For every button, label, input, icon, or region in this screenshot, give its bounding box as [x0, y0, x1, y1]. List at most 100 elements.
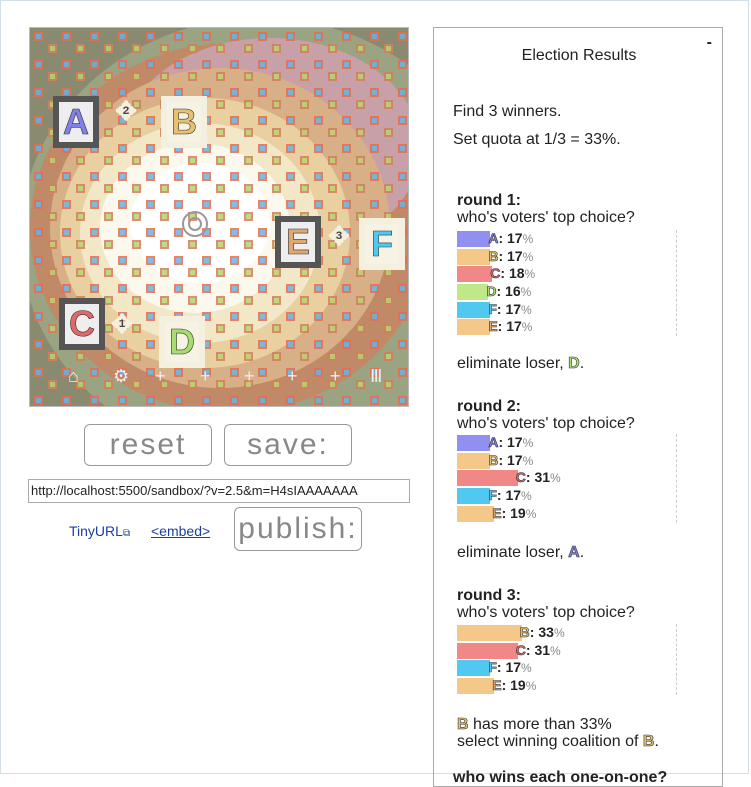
result-bar-row: E: 19% [457, 504, 657, 523]
round-heading: round 3: [457, 587, 521, 604]
add-grid-icon[interactable]: + [287, 366, 298, 387]
bar-candidate-letter: B [519, 624, 530, 641]
bar-percent-sign: % [525, 679, 537, 694]
result-bar [457, 435, 491, 451]
bar-candidate-letter: C [515, 641, 526, 658]
candidate-d-token[interactable]: D [159, 316, 205, 368]
bar-value: 18 [508, 265, 525, 282]
result-bar-row: C: 18% [457, 265, 657, 283]
bar-percent-sign: % [521, 320, 533, 335]
bar-candidate-letter: C [490, 265, 501, 282]
result-bar-label: A: 17% [488, 230, 534, 247]
bar-value: 16 [505, 283, 521, 300]
bar-candidate-letter: A [488, 230, 499, 247]
bar-percent-sign: % [522, 249, 534, 264]
round-2-header: round 2: who's voters' top choice? [457, 398, 635, 432]
bar-value: 17 [507, 434, 523, 450]
candidate-c-letter: C [69, 303, 96, 345]
candidate-e-letter: E [285, 221, 311, 263]
voter-handle-label: 2 [122, 105, 130, 117]
share-url-field[interactable]: http://localhost:5500/sandbox/?v=2.5&m=H… [28, 479, 410, 503]
candidate-b-token[interactable]: B [161, 96, 207, 148]
result-bar [457, 248, 491, 265]
round-heading: round 2: [457, 398, 521, 415]
bar-candidate-letter: D [486, 283, 497, 300]
result-bar-label: E: 19% [492, 504, 537, 521]
bar-candidate-letter: F [488, 659, 497, 676]
result-bar-label: C: 18% [490, 265, 536, 282]
result-bar-label: C: 31% [515, 641, 561, 658]
reset-button[interactable]: reset [84, 424, 212, 466]
bar-percent-sign: % [521, 489, 532, 504]
tinyurl-link[interactable]: TinyURL⧉ [69, 523, 130, 539]
bar-candidate-letter: F [488, 487, 497, 504]
result-bar [457, 301, 491, 318]
candidate-f-token[interactable]: F [359, 218, 405, 270]
trash-icon[interactable]: Ⅲ [370, 366, 382, 387]
voter-simulation-canvas[interactable]: A B C D E F ✥ 2 ✥ 3 ✥ 1 ⌂ ⚙ + + + + + Ⅲ [29, 27, 409, 407]
result-bar-row: F: 17% [457, 300, 657, 319]
outcome-candidate: B [642, 733, 655, 751]
quota-text: Set quota at 1/3 = 33%. [453, 131, 621, 148]
result-bar [457, 231, 491, 247]
result-bar-row: E: 17% [457, 318, 657, 336]
outcome-text: select winning coalition of [457, 733, 643, 750]
result-bar-row: A: 17% [457, 434, 657, 452]
result-bar-row: B: 33% [457, 624, 657, 642]
result-bar [457, 505, 495, 522]
voter-handle-1[interactable]: ✥ 1 [107, 309, 137, 339]
result-bar-label: D: 16% [486, 283, 532, 300]
result-bar-label: A: 17% [488, 434, 534, 451]
gear-icon[interactable]: ⚙ [113, 366, 129, 387]
result-bar-label: E: 19% [492, 677, 537, 694]
add-crowd-icon[interactable]: + [244, 366, 255, 387]
result-bar-row: C: 31% [457, 469, 657, 487]
save-button[interactable]: save: [224, 424, 352, 466]
bar-percent-sign: % [522, 436, 534, 450]
add-candidate-icon[interactable]: + [155, 366, 166, 387]
quota-line [676, 624, 677, 695]
find-winners-text: Find 3 winners. [453, 103, 562, 120]
result-bar-row: D: 16% [457, 283, 657, 301]
bar-percent-sign: % [524, 267, 536, 282]
outcome-candidate: A [568, 544, 580, 562]
embed-link[interactable]: <embed> [151, 523, 210, 539]
add-voter-icon[interactable]: + [200, 366, 211, 387]
candidate-a-token[interactable]: A [53, 96, 99, 148]
result-bar-label: F: 17% [488, 659, 532, 676]
round-3-header: round 3: who's voters' top choice? [457, 587, 635, 621]
outcome-text: eliminate loser, [457, 544, 569, 561]
candidate-c-token[interactable]: C [59, 298, 105, 350]
add-distribution-icon[interactable]: + [330, 366, 341, 387]
bar-candidate-letter: A [488, 434, 499, 451]
result-bar-row: C: 31% [457, 641, 657, 660]
round-question: who's voters' top choice? [457, 415, 635, 432]
bar-value: 17 [505, 300, 522, 317]
voter-tool-icon[interactable]: ⌂ [68, 366, 79, 387]
bar-percent-sign: % [520, 285, 532, 300]
result-bar-row: F: 17% [457, 659, 657, 677]
result-bar [457, 452, 491, 469]
results-title: Election Results [521, 47, 637, 64]
round-3-outcome: B has more than 33% select winning coali… [457, 716, 659, 751]
result-bar-row: F: 17% [457, 487, 657, 505]
result-bar-row: A: 17% [457, 230, 657, 248]
minimize-button[interactable]: - [707, 34, 712, 52]
candidate-d-letter: D [169, 321, 196, 363]
voter-handle-3[interactable]: ✥ 3 [324, 221, 354, 251]
result-bar-row: E: 19% [457, 677, 657, 695]
publish-button[interactable]: publish: [234, 507, 362, 551]
result-bar [457, 319, 491, 336]
voter-handle-label: 3 [335, 230, 343, 242]
outcome-text: eliminate loser, [457, 355, 569, 372]
bar-candidate-letter: E [488, 318, 498, 335]
result-bar-label: F: 17% [488, 487, 532, 504]
candidate-a-letter: A [63, 101, 90, 143]
result-bar-label: B: 33% [519, 624, 565, 641]
outcome-text: has more than 33% [468, 716, 612, 733]
bar-value: 17 [507, 247, 523, 264]
candidate-e-token[interactable]: E [275, 216, 321, 268]
voter-handle-2[interactable]: ✥ 2 [111, 96, 141, 126]
result-bar-label: B: 17% [488, 451, 534, 468]
bar-value: 17 [507, 230, 523, 246]
